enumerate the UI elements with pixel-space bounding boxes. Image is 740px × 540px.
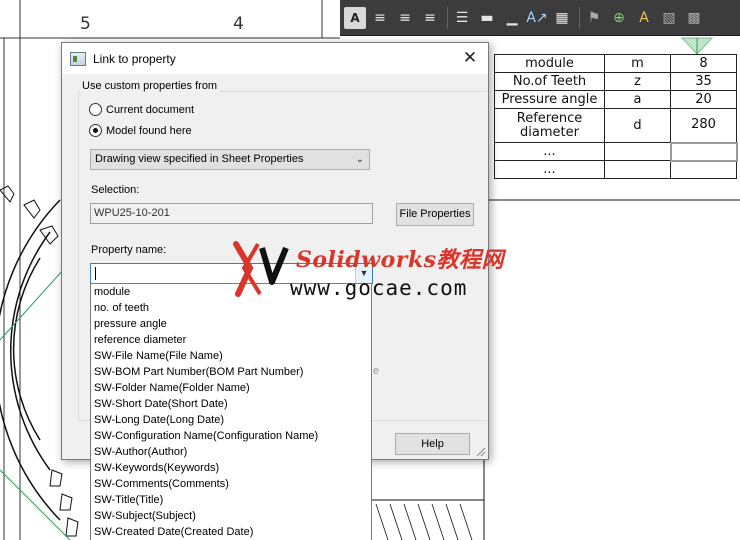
align-right-icon[interactable]: ≡ <box>419 7 441 29</box>
align-bottom-icon[interactable]: ▁ <box>501 7 523 29</box>
selection-label: Selection: <box>91 184 140 196</box>
radio-label: Model found here <box>106 124 192 137</box>
close-button[interactable]: ✕ <box>460 48 480 68</box>
table-cell: No.of Teeth <box>494 72 605 91</box>
table-cell: ... <box>494 142 605 161</box>
list-item[interactable]: no. of teeth <box>91 300 371 316</box>
list-item[interactable]: SW-BOM Part Number(BOM Part Number) <box>91 364 371 380</box>
property-name-label: Property name: <box>91 244 167 256</box>
table-cell <box>604 142 671 161</box>
table-row: No.of Teeth z 35 <box>494 72 737 91</box>
grid-icon[interactable]: ▧ <box>658 7 680 29</box>
help-button[interactable]: Help <box>395 433 470 455</box>
list-item[interactable]: SW-Subject(Subject) <box>91 508 371 524</box>
table-row: ... <box>494 160 737 179</box>
property-name-dropdown-list[interactable]: module no. of teeth pressure angle refer… <box>90 283 372 540</box>
list-item[interactable]: SW-File Name(File Name) <box>91 348 371 364</box>
table-cell: d <box>604 108 671 143</box>
table-cell: 35 <box>670 72 737 91</box>
radio-button-icon <box>89 103 102 116</box>
align-left-icon[interactable]: ≡ <box>369 7 391 29</box>
add-icon[interactable]: ⊕ <box>608 7 630 29</box>
align-top-icon[interactable]: ☰ <box>451 7 473 29</box>
table-cell: Pressure angle <box>494 90 605 109</box>
list-item[interactable]: SW-Author(Author) <box>91 444 371 460</box>
list-item[interactable]: reference diameter <box>91 332 371 348</box>
table-cell: ... <box>494 160 605 179</box>
resize-grip-icon[interactable] <box>474 445 486 457</box>
list-item[interactable]: SW-Created Date(Created Date) <box>91 524 371 540</box>
select-value: Drawing view specified in Sheet Properti… <box>95 153 304 165</box>
table-cell: Reference diameter <box>494 108 605 143</box>
list-item[interactable]: SW-Configuration Name(Configuration Name… <box>91 428 371 444</box>
selection-field[interactable]: WPU25-10-201 <box>90 203 373 224</box>
toolbar-separator <box>579 6 580 29</box>
table-cell: z <box>604 72 671 91</box>
file-properties-button[interactable]: File Properties <box>396 203 474 226</box>
table-cell <box>670 160 737 179</box>
text-caret <box>95 267 96 280</box>
table-cell: 8 <box>670 54 737 73</box>
list-item[interactable]: SW-Short Date(Short Date) <box>91 396 371 412</box>
table-row: ... <box>494 141 738 162</box>
text-fit-icon[interactable]: A↗ <box>526 7 548 29</box>
formatting-toolbar: A ≡ ≡ ≡ ☰ ▬ ▁ A↗ ▦ ⚑ ⊕ A ▧ ▩ <box>340 0 740 36</box>
watermark-title: Solidworks教程网 <box>296 247 504 273</box>
align-middle-icon[interactable]: ▬ <box>476 7 498 29</box>
list-item[interactable]: pressure angle <box>91 316 371 332</box>
list-item[interactable]: SW-Folder Name(Folder Name) <box>91 380 371 396</box>
ruler-number-left: 5 <box>80 14 91 34</box>
radio-current-document[interactable]: Current document <box>89 103 194 116</box>
list-item[interactable]: SW-Keywords(Keywords) <box>91 460 371 476</box>
tag-icon[interactable]: ⚑ <box>583 7 605 29</box>
dialog-title-bar[interactable]: Link to property ✕ <box>62 43 488 74</box>
table-cell: 20 <box>670 90 737 109</box>
table-row: Reference diameter d 280 <box>494 108 737 143</box>
list-item[interactable]: SW-Long Date(Long Date) <box>91 412 371 428</box>
table-cell: m <box>604 54 671 73</box>
color-icon[interactable]: A <box>633 7 655 29</box>
align-center-icon[interactable]: ≡ <box>394 7 416 29</box>
toolbar-separator <box>447 6 448 29</box>
gear-properties-table: module m 8 No.of Teeth z 35 Pressure ang… <box>494 54 738 179</box>
ruler-number-right: 4 <box>233 14 244 34</box>
hatch-icon[interactable]: ▩ <box>683 7 705 29</box>
dialog-title: Link to property <box>93 51 176 66</box>
text-a-icon[interactable]: A <box>344 6 366 29</box>
list-item[interactable]: SW-Title(Title) <box>91 492 371 508</box>
watermark: Solidworks教程网 www.gocae.com <box>232 238 532 302</box>
table-cell: 280 <box>670 108 737 143</box>
radio-button-checked-icon <box>89 124 102 137</box>
watermark-url: www.gocae.com <box>290 276 468 300</box>
chevron-down-icon: ⌄ <box>355 154 364 165</box>
table-cell-editing[interactable] <box>669 141 738 162</box>
list-item[interactable]: SW-Comments(Comments) <box>91 476 371 492</box>
group-label: Use custom properties from <box>80 80 220 92</box>
table-cell: module <box>494 54 605 73</box>
radio-label: Current document <box>106 103 195 116</box>
table-icon[interactable]: ▦ <box>551 7 573 29</box>
table-row: Pressure angle a 20 <box>494 90 737 109</box>
table-row: module m 8 <box>494 54 737 73</box>
table-cell: a <box>604 90 671 109</box>
radio-model-found-here[interactable]: Model found here <box>89 124 192 137</box>
hidden-option-text: e <box>373 365 380 377</box>
table-cell <box>604 160 671 179</box>
dialog-app-icon <box>70 51 86 66</box>
view-source-select[interactable]: Drawing view specified in Sheet Properti… <box>90 149 370 170</box>
watermark-logo <box>233 241 289 297</box>
